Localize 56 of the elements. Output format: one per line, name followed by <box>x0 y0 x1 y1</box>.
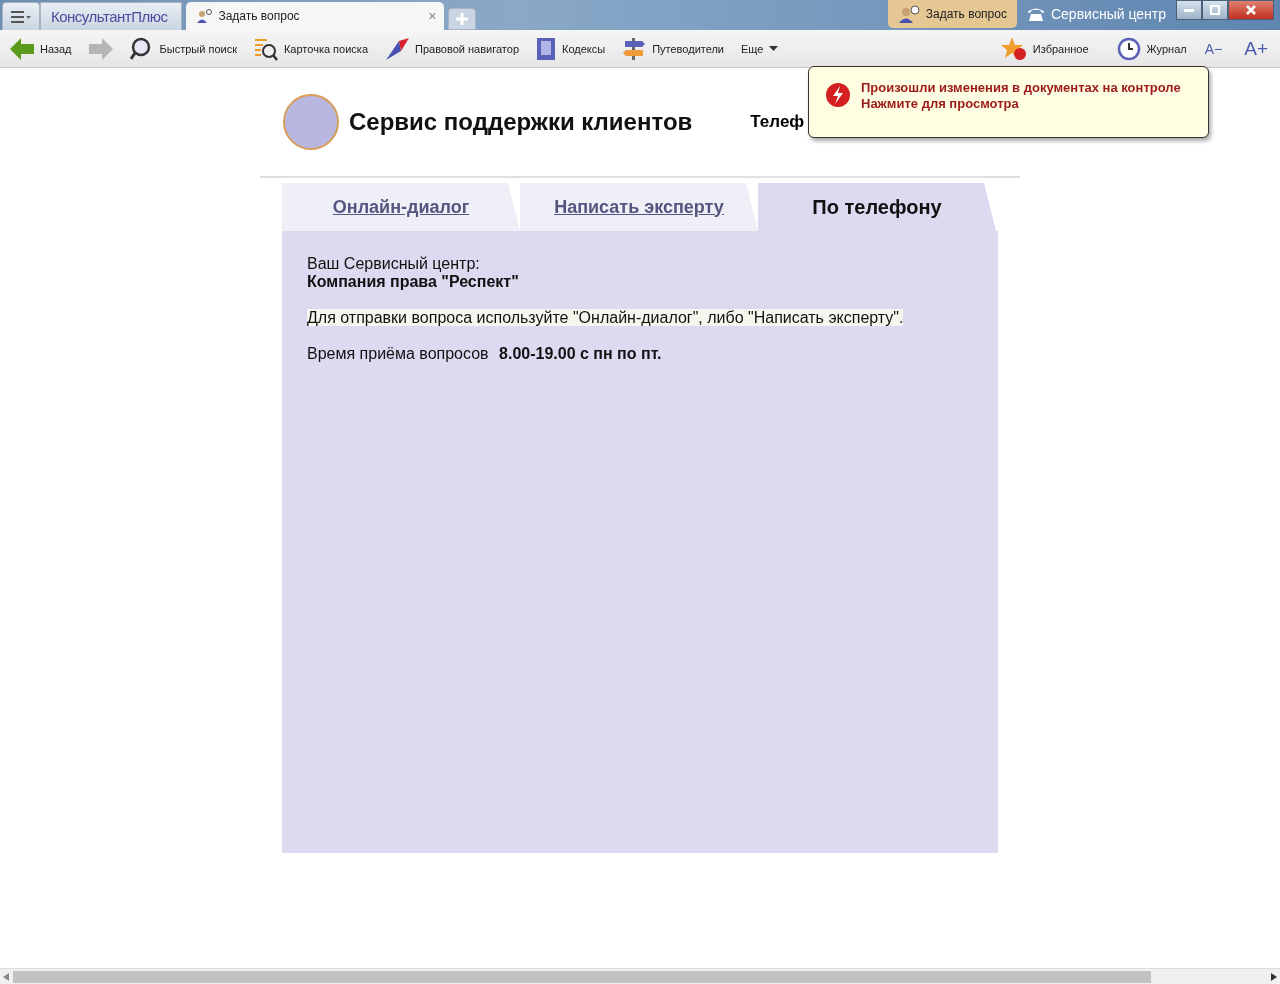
notification-popup[interactable]: Произошли изменения в документах на контроле Нажмите для просмотра <box>808 66 1209 138</box>
star-alert-icon <box>1000 36 1027 61</box>
page-title: Сервис поддержки клиентов <box>349 108 693 136</box>
clock-icon <box>1116 36 1141 61</box>
toolbar-button[interactable]: Журнал <box>1116 36 1187 61</box>
notification-text: Нажмите для просмотра <box>861 95 1020 111</box>
font-size-button[interactable]: A− <box>1200 40 1227 57</box>
toolbar-button[interactable]: Еще <box>741 42 779 55</box>
horizontal-scrollbar[interactable] <box>0 968 1280 984</box>
toolbar-button[interactable]: Кодексы <box>536 36 606 61</box>
toolbar-button[interactable]: Путеводители <box>622 36 724 61</box>
hours-value: 8.00-19.00 с пн по пт. <box>499 345 662 362</box>
signpost-icon <box>622 36 647 61</box>
service-center-name: Компания права "Респект" <box>307 273 520 291</box>
browser-tab[interactable]: Задать вопрос × <box>186 2 445 30</box>
right-arrow-icon[interactable] <box>1271 972 1277 981</box>
service-center-button[interactable]: Сервисный центр <box>1016 0 1176 28</box>
toolbar-button[interactable]: Правовой навигатор <box>385 36 519 61</box>
scrollbar-thumb[interactable] <box>13 970 1151 983</box>
tab-title: Задать вопрос <box>218 9 300 23</box>
notification-text: Произошли изменения в документах на контроле <box>861 79 1181 95</box>
maximize-button[interactable] <box>1202 0 1228 20</box>
service-center-label: Ваш Сервисный центр: <box>307 255 481 273</box>
font-size-button[interactable]: A+ <box>1240 37 1272 60</box>
book-icon <box>536 36 556 61</box>
avatar-placeholder <box>283 94 339 150</box>
toolbar-button[interactable]: Быстрый поиск <box>129 36 237 61</box>
caret-icon <box>769 46 779 51</box>
minimize-icon <box>1184 8 1194 12</box>
page-tab[interactable]: По телефону <box>758 183 996 231</box>
toolbar-button[interactable]: Назад <box>10 37 72 60</box>
close-icon <box>1246 5 1256 15</box>
left-arrow-icon <box>10 37 34 60</box>
compass-needle-icon <box>385 36 409 61</box>
lightning-alert-icon <box>825 82 851 108</box>
hours-label: Время приёма вопросов <box>307 345 489 362</box>
close-icon[interactable]: × <box>428 8 437 24</box>
toolbar-button[interactable]: Избранное <box>1000 36 1089 61</box>
toolbar-button[interactable]: Карточка поиска <box>253 36 368 61</box>
close-window-button[interactable] <box>1228 0 1274 20</box>
page-tab[interactable]: Онлайн-диалог <box>282 183 520 231</box>
minimize-button[interactable] <box>1176 0 1202 20</box>
left-arrow-icon[interactable] <box>3 972 9 981</box>
menu-icon <box>11 10 31 23</box>
person-question-icon <box>897 5 920 23</box>
plus-icon <box>456 13 469 25</box>
ask-question-button[interactable]: Задать вопрос <box>887 0 1017 28</box>
phone-label: Телеф <box>750 112 805 132</box>
hint-text: Для отправки вопроса используйте "Онлайн-диалог", либо "Написать эксперту". <box>307 309 904 326</box>
person-question-icon <box>196 9 213 23</box>
page-tab[interactable]: Написать эксперту <box>520 183 758 231</box>
list-search-icon <box>253 36 278 61</box>
telephone-icon <box>1026 7 1045 21</box>
menu-button[interactable] <box>2 2 40 30</box>
restore-icon <box>1210 5 1220 15</box>
brand-logo[interactable]: КонсультантПлюс <box>40 2 183 30</box>
